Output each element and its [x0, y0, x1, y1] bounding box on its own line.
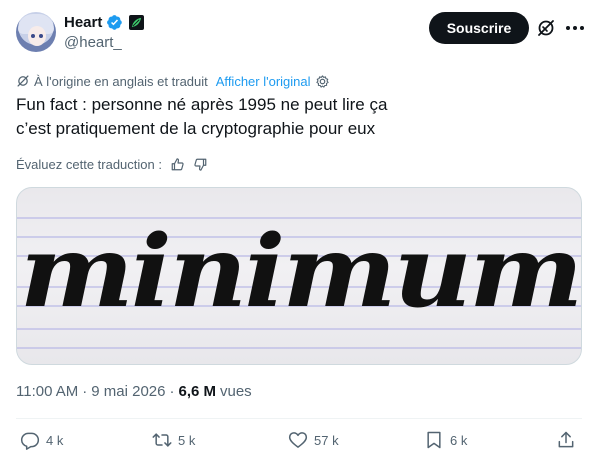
translation-notice-text: À l'origine en anglais et traduit: [34, 73, 208, 89]
like-button[interactable]: 57 k: [288, 430, 339, 450]
thumbs-down-icon[interactable]: [193, 157, 208, 172]
meta-separator: ·: [169, 383, 175, 400]
translation-notice: À l'origine en anglais et traduit Affich…: [16, 72, 330, 90]
rate-translation-label: Évaluez cette traduction :: [16, 156, 162, 172]
tweet-text-line: Fun fact : personne né après 1995 ne peu…: [16, 95, 388, 114]
tweet-date[interactable]: 9 mai 2026: [91, 383, 165, 400]
tweet-media-image[interactable]: minimum: [16, 187, 582, 365]
bookmark-count: 6 k: [450, 432, 468, 448]
display-name[interactable]: Heart: [64, 14, 102, 31]
settings-gear-icon[interactable]: [315, 74, 330, 89]
avatar-eye: [31, 34, 35, 38]
share-button[interactable]: [556, 430, 576, 450]
name-row: Heart: [64, 14, 145, 31]
handle[interactable]: @heart_: [64, 34, 122, 51]
show-original-link[interactable]: Afficher l'original: [216, 74, 311, 89]
repost-count: 5 k: [178, 432, 196, 448]
views-count: 6,6 M: [178, 383, 216, 400]
divider: [16, 418, 582, 419]
thumbs-up-icon[interactable]: [170, 157, 185, 172]
views-label: vues: [220, 383, 252, 400]
dots-icon: [566, 26, 584, 30]
calligraphy-photo: minimum: [17, 214, 581, 349]
heart-icon: [288, 432, 308, 448]
subscribe-button[interactable]: Souscrire: [429, 12, 529, 44]
like-count: 57 k: [314, 432, 339, 448]
more-icon[interactable]: [563, 18, 587, 38]
tweet-text: Fun fact : personne né après 1995 ne peu…: [16, 93, 576, 141]
tweet-meta: 11:00 AM · 9 mai 2026 · 6,6 M vues: [16, 383, 252, 400]
avatar-eye: [39, 34, 43, 38]
reply-icon: [20, 432, 40, 450]
reply-count: 4 k: [46, 432, 64, 448]
action-bar: 4 k 5 k 57 k 6 k: [16, 430, 582, 456]
bookmark-icon: [427, 431, 441, 449]
verified-badge-icon: [107, 15, 123, 30]
handwritten-word: minimum: [20, 214, 581, 330]
repost-icon: [152, 433, 172, 447]
tweet-text-line: c’est pratiquement de la cryptographie p…: [16, 119, 376, 138]
tweet-header: Heart @heart_ Souscrire: [16, 12, 584, 56]
rate-translation: Évaluez cette traduction :: [16, 155, 208, 173]
share-icon: [558, 431, 574, 448]
meta-separator: ·: [82, 383, 88, 400]
avatar[interactable]: [16, 12, 56, 52]
reply-button[interactable]: 4 k: [20, 430, 63, 450]
bookmark-button[interactable]: 6 k: [424, 430, 467, 450]
tweet-time[interactable]: 11:00 AM: [16, 383, 78, 400]
grok-icon[interactable]: [536, 18, 556, 38]
grok-translate-icon: [17, 75, 29, 87]
leaf-icon: [132, 17, 142, 28]
affiliation-badge-icon[interactable]: [129, 15, 145, 30]
repost-button[interactable]: 5 k: [152, 430, 195, 450]
